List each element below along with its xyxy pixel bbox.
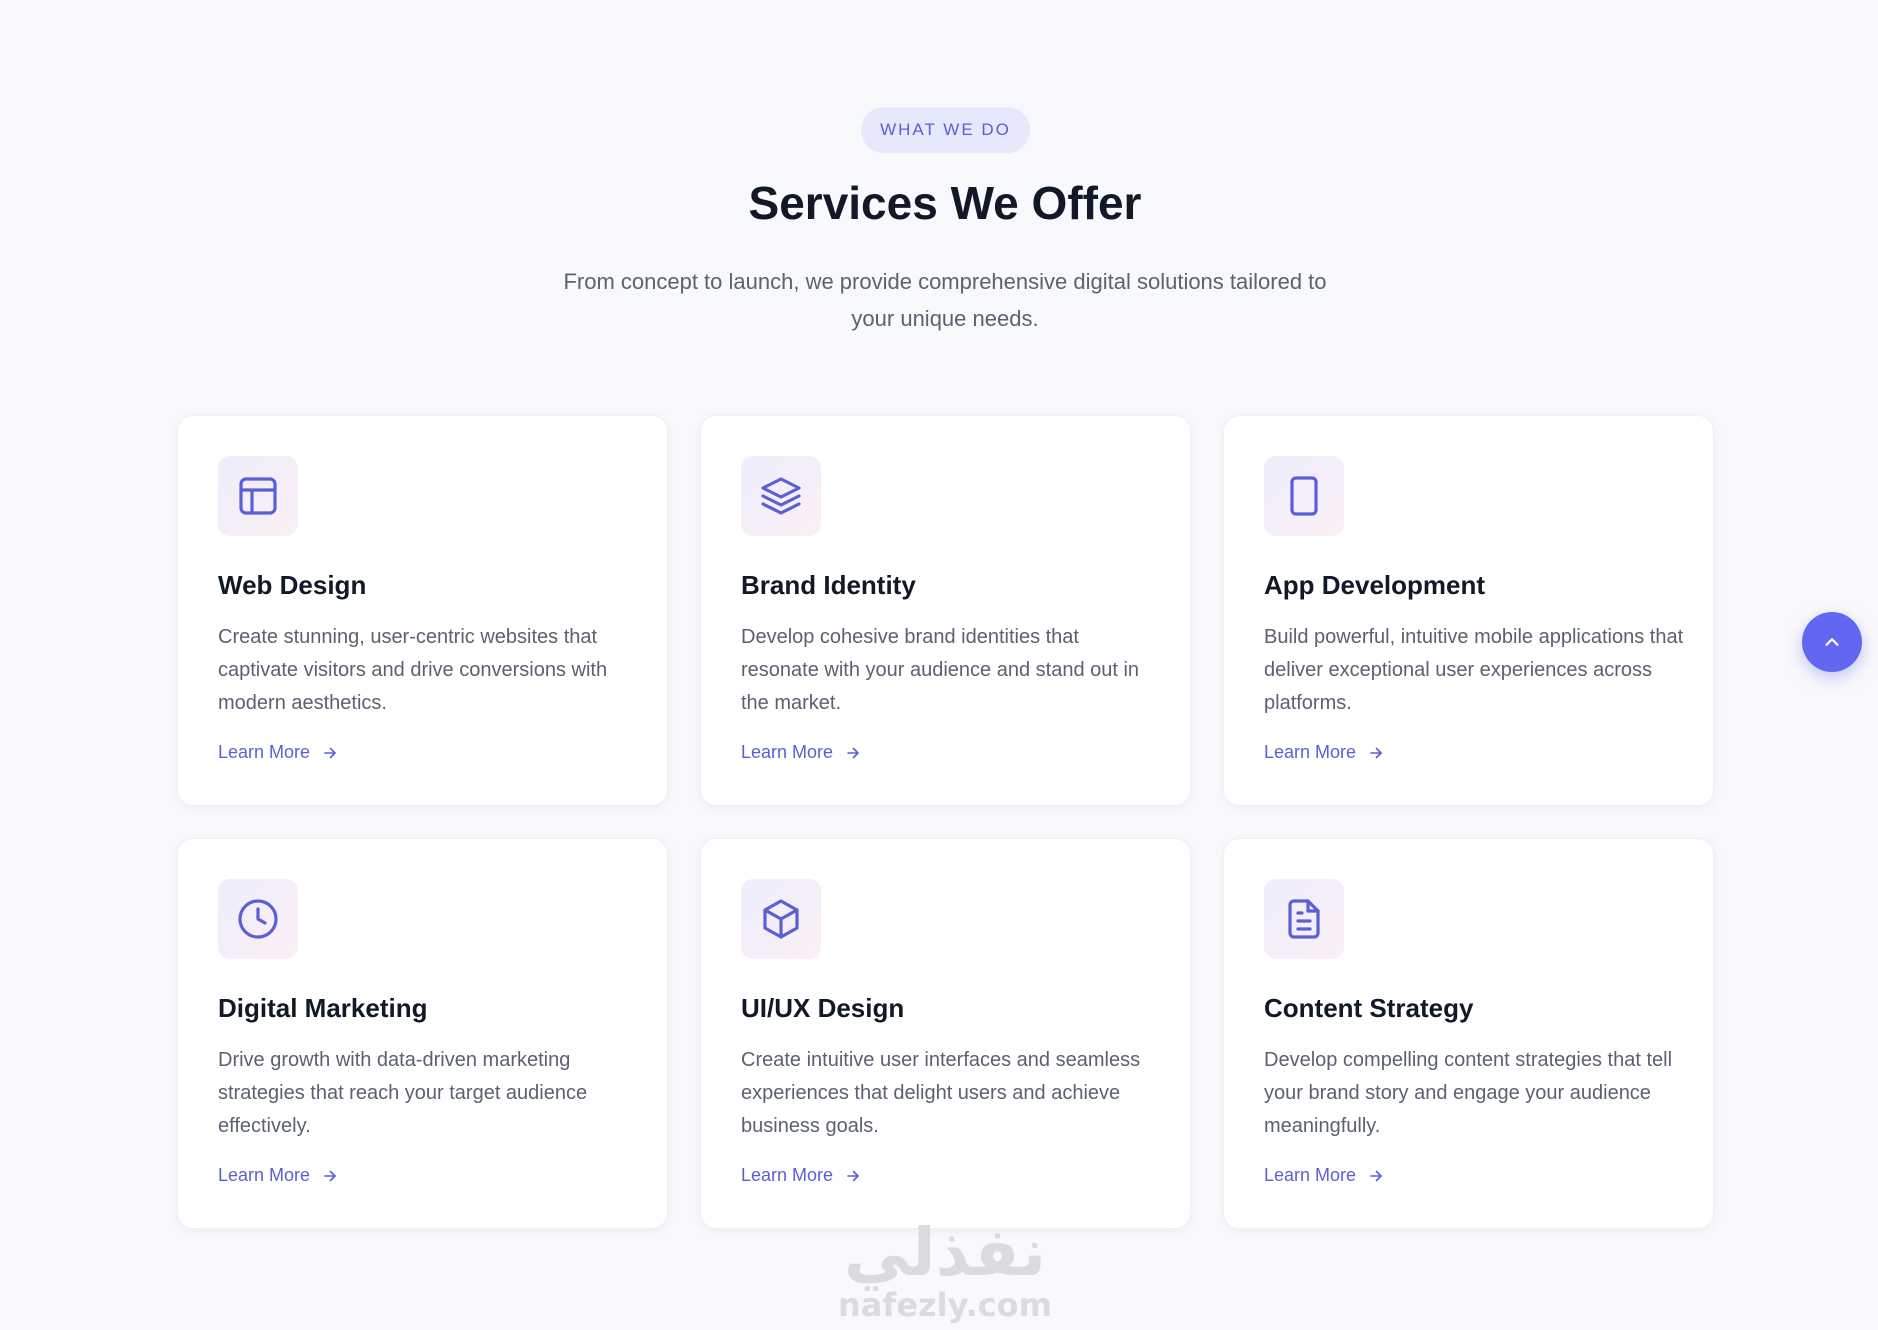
service-icon-box	[1264, 456, 1344, 536]
learn-more-link[interactable]: Learn More	[218, 742, 338, 763]
cube-icon	[763, 899, 799, 939]
learn-more-link[interactable]: Learn More	[1264, 742, 1384, 763]
service-card-web-design: Web Design Create stunning, user-centric…	[177, 415, 668, 806]
layers-icon	[761, 477, 801, 515]
service-icon-box	[741, 456, 821, 536]
service-card-app-development: App Development Build powerful, intuitiv…	[1223, 415, 1714, 806]
service-icon-box	[1264, 879, 1344, 959]
learn-more-link[interactable]: Learn More	[1264, 1165, 1384, 1186]
service-description: Develop compelling content strategies th…	[1264, 1049, 1673, 1137]
service-description: Build powerful, intuitive mobile applica…	[1264, 626, 1684, 714]
service-description: Develop cohesive brand identities that r…	[741, 626, 1140, 714]
services-grid: Web Design Create stunning, user-centric…	[177, 415, 1715, 1229]
learn-more-label: Learn More	[218, 1165, 311, 1185]
service-description: Create intuitive user interfaces and sea…	[741, 1049, 1141, 1137]
section-subtitle: From concept to launch, we provide compr…	[563, 269, 1327, 331]
watermark-arabic-text: نفذلي	[844, 1214, 1046, 1291]
tablet-icon	[1290, 476, 1318, 516]
arrow-right-icon	[847, 747, 859, 758]
service-title: App Development	[1264, 570, 1486, 600]
clock-icon	[238, 899, 278, 939]
learn-more-link[interactable]: Learn More	[741, 742, 861, 763]
service-description: Create stunning, user-centric websites t…	[218, 626, 608, 714]
service-card-ui-ux-design: UI/UX Design Create intuitive user inter…	[700, 838, 1191, 1229]
document-icon	[1288, 899, 1320, 939]
watermark-logo: نفذلي nafezly.com	[780, 1214, 1110, 1324]
learn-more-label: Learn More	[741, 742, 834, 762]
arrow-right-icon	[324, 747, 336, 758]
scroll-to-top-button[interactable]	[1802, 612, 1862, 672]
service-icon-box	[218, 879, 298, 959]
section-eyebrow-badge: WHAT WE DO	[861, 107, 1030, 153]
service-title: Brand Identity	[741, 570, 916, 600]
learn-more-label: Learn More	[1264, 1165, 1357, 1185]
arrow-right-icon	[324, 1170, 336, 1181]
service-title: Content Strategy	[1264, 993, 1474, 1023]
service-title: Digital Marketing	[218, 993, 428, 1023]
service-description: Drive growth with data-driven marketing …	[218, 1049, 588, 1137]
arrow-right-icon	[847, 1170, 859, 1181]
section-title: Services We Offer	[748, 177, 1142, 229]
service-icon-box	[741, 879, 821, 959]
service-title: UI/UX Design	[741, 993, 905, 1023]
arrow-right-icon	[1370, 747, 1382, 758]
learn-more-label: Learn More	[741, 1165, 834, 1185]
chevron-up-icon	[1825, 638, 1839, 646]
learn-more-link[interactable]: Learn More	[218, 1165, 338, 1186]
service-card-digital-marketing: Digital Marketing Drive growth with data…	[177, 838, 668, 1229]
service-card-content-strategy: Content Strategy Develop compelling cont…	[1223, 838, 1714, 1229]
service-card-brand-identity: Brand Identity Develop cohesive brand id…	[700, 415, 1191, 806]
layout-icon	[239, 477, 277, 515]
service-icon-box	[218, 456, 298, 536]
learn-more-label: Learn More	[1264, 742, 1357, 762]
watermark-domain-text: nafezly.com	[838, 1286, 1052, 1324]
arrow-right-icon	[1370, 1170, 1382, 1181]
learn-more-link[interactable]: Learn More	[741, 1165, 861, 1186]
service-title: Web Design	[218, 570, 367, 600]
learn-more-label: Learn More	[218, 742, 311, 762]
services-section: WHAT WE DO Services We Offer From concep…	[0, 0, 1878, 1330]
